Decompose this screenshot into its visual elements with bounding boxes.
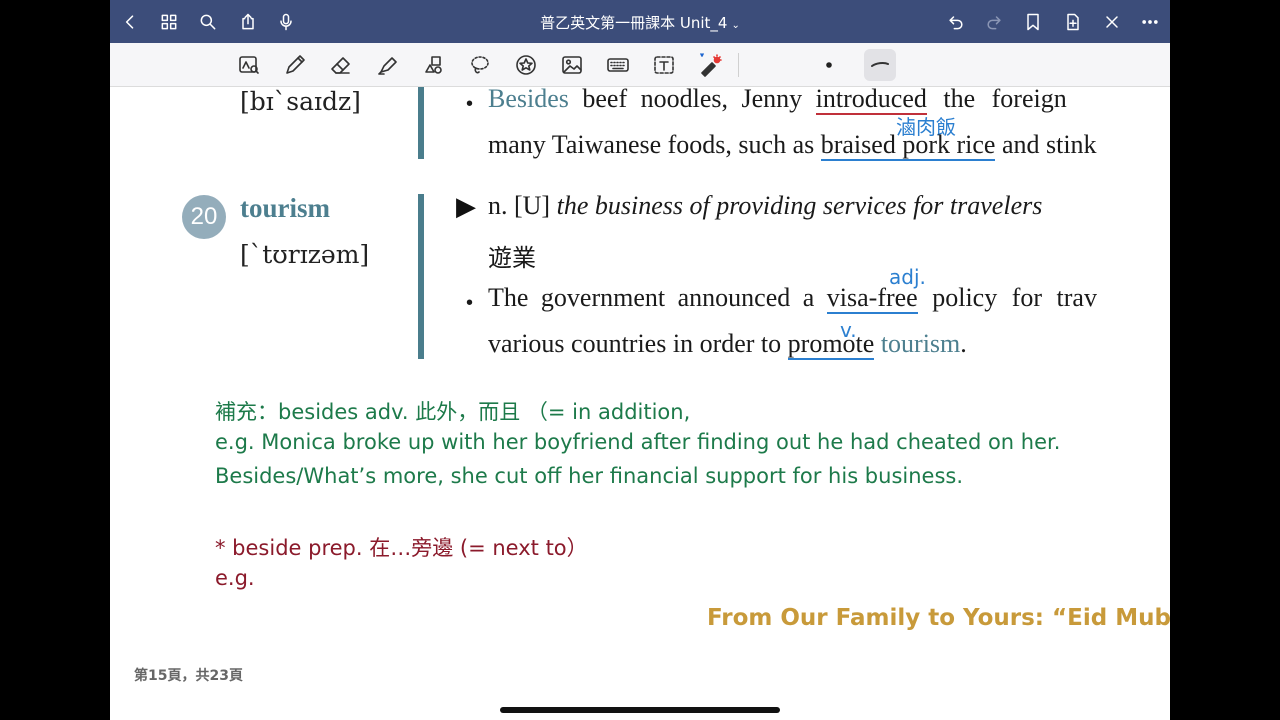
example-text: beef noodles, Jenny: [568, 87, 816, 113]
example-text: the foreign: [926, 87, 1067, 113]
text-box-icon[interactable]: [648, 49, 680, 81]
document-title[interactable]: 普乙英文第一冊課本 Unit_4 ⌄: [110, 12, 1170, 33]
home-indicator-bar[interactable]: [500, 707, 780, 713]
redo-icon[interactable]: [980, 8, 1008, 36]
example-sentence-besides-line1: Besides beef noodles, Jenny introduced t…: [488, 87, 1067, 115]
keyboard-icon[interactable]: [602, 49, 634, 81]
navigation-bar: 普乙英文第一冊課本 Unit_4 ⌄: [110, 0, 1170, 43]
definition-arrow-icon: ▶: [456, 191, 476, 221]
vocabulary-word-tourism: tourism: [240, 193, 330, 223]
example-sentence-tourism-line2: various countries in order to promote to…: [488, 329, 967, 360]
undo-icon[interactable]: [942, 8, 970, 36]
example-text: policy for trav: [917, 283, 1097, 312]
eraser-icon[interactable]: [325, 49, 357, 81]
example-sentence-tourism-line1: The government announced a visa-free pol…: [488, 283, 1097, 314]
entry-divider-bar: [418, 194, 424, 359]
banner-text: From Our Family to Yours: “Eid Mub: [707, 605, 1170, 631]
definition-line1: n. [U] the business of providing service…: [488, 191, 1042, 221]
bullet-point: •: [466, 292, 474, 314]
note-line-beside: * beside prep. 在…旁邊 (= next to）: [215, 536, 588, 560]
read-mode-icon[interactable]: [233, 49, 265, 81]
phonetic-besides: [bɪ`saɪdz]: [240, 87, 361, 116]
highlighted-word-besides: Besides: [488, 87, 569, 113]
add-page-icon[interactable]: [1059, 8, 1087, 36]
highlighter-icon[interactable]: [372, 49, 404, 81]
note-line-eg: e.g.: [215, 566, 255, 590]
underlined-visa-free: visa-free: [826, 283, 918, 314]
note-line-example-1: e.g. Monica broke up with her boyfriend …: [215, 430, 1061, 454]
example-text: .: [960, 329, 967, 358]
more-options-icon[interactable]: [1136, 8, 1164, 36]
document-page[interactable]: [bɪ`saɪdz] • Besides beef noodles, Jenny…: [110, 87, 1170, 720]
phonetic-tourism: [`tʊrɪzəm]: [240, 240, 370, 269]
part-of-speech: n. [U]: [488, 191, 557, 220]
image-icon[interactable]: [556, 49, 588, 81]
example-text: and stink: [995, 130, 1097, 159]
laser-pointer-icon[interactable]: [694, 49, 726, 81]
entry-divider-bar: [418, 87, 424, 159]
close-tool-icon[interactable]: [1098, 8, 1126, 36]
definition-line2: 遊業: [488, 244, 536, 272]
underlined-promote: promote: [787, 329, 875, 360]
document-title-text: 普乙英文第一冊課本 Unit_4: [540, 14, 728, 32]
entry-number-badge: 20: [182, 195, 226, 239]
shapes-icon[interactable]: [417, 49, 449, 81]
drawing-toolbar: [110, 43, 1170, 87]
page-indicator: 第15頁，共23頁: [134, 668, 243, 684]
example-text: many Taiwanese foods, such as: [488, 130, 821, 159]
definition-text: the business of providing services for t…: [556, 191, 1043, 220]
notes-app-window: 普乙英文第一冊課本 Unit_4 ⌄ [bɪ`saɪdz] • Besides …: [110, 0, 1170, 720]
pen-size-dot-icon[interactable]: [813, 49, 845, 81]
highlighted-word-tourism: tourism: [880, 329, 961, 358]
note-line-example-2: Besides/What’s more, she cut off her fin…: [215, 464, 964, 488]
example-sentence-besides-line2: many Taiwanese foods, such as braised po…: [488, 130, 1097, 161]
chevron-down-icon: ⌄: [731, 20, 740, 31]
note-line-supplement: 補充：besides adv. 此外，而且 （= in addition,: [215, 400, 691, 424]
lasso-icon[interactable]: [464, 49, 496, 81]
example-text: The government announced a: [488, 283, 827, 312]
underlined-braised-pork-rice: braised pork rice: [820, 130, 996, 161]
sticker-icon[interactable]: [510, 49, 542, 81]
toolbar-divider: [738, 53, 739, 77]
pen-stroke-style-icon[interactable]: [864, 49, 896, 81]
bullet-point: •: [466, 93, 474, 115]
bookmark-icon[interactable]: [1019, 8, 1047, 36]
example-text: various countries in order to: [488, 329, 788, 358]
pen-icon[interactable]: [279, 49, 311, 81]
